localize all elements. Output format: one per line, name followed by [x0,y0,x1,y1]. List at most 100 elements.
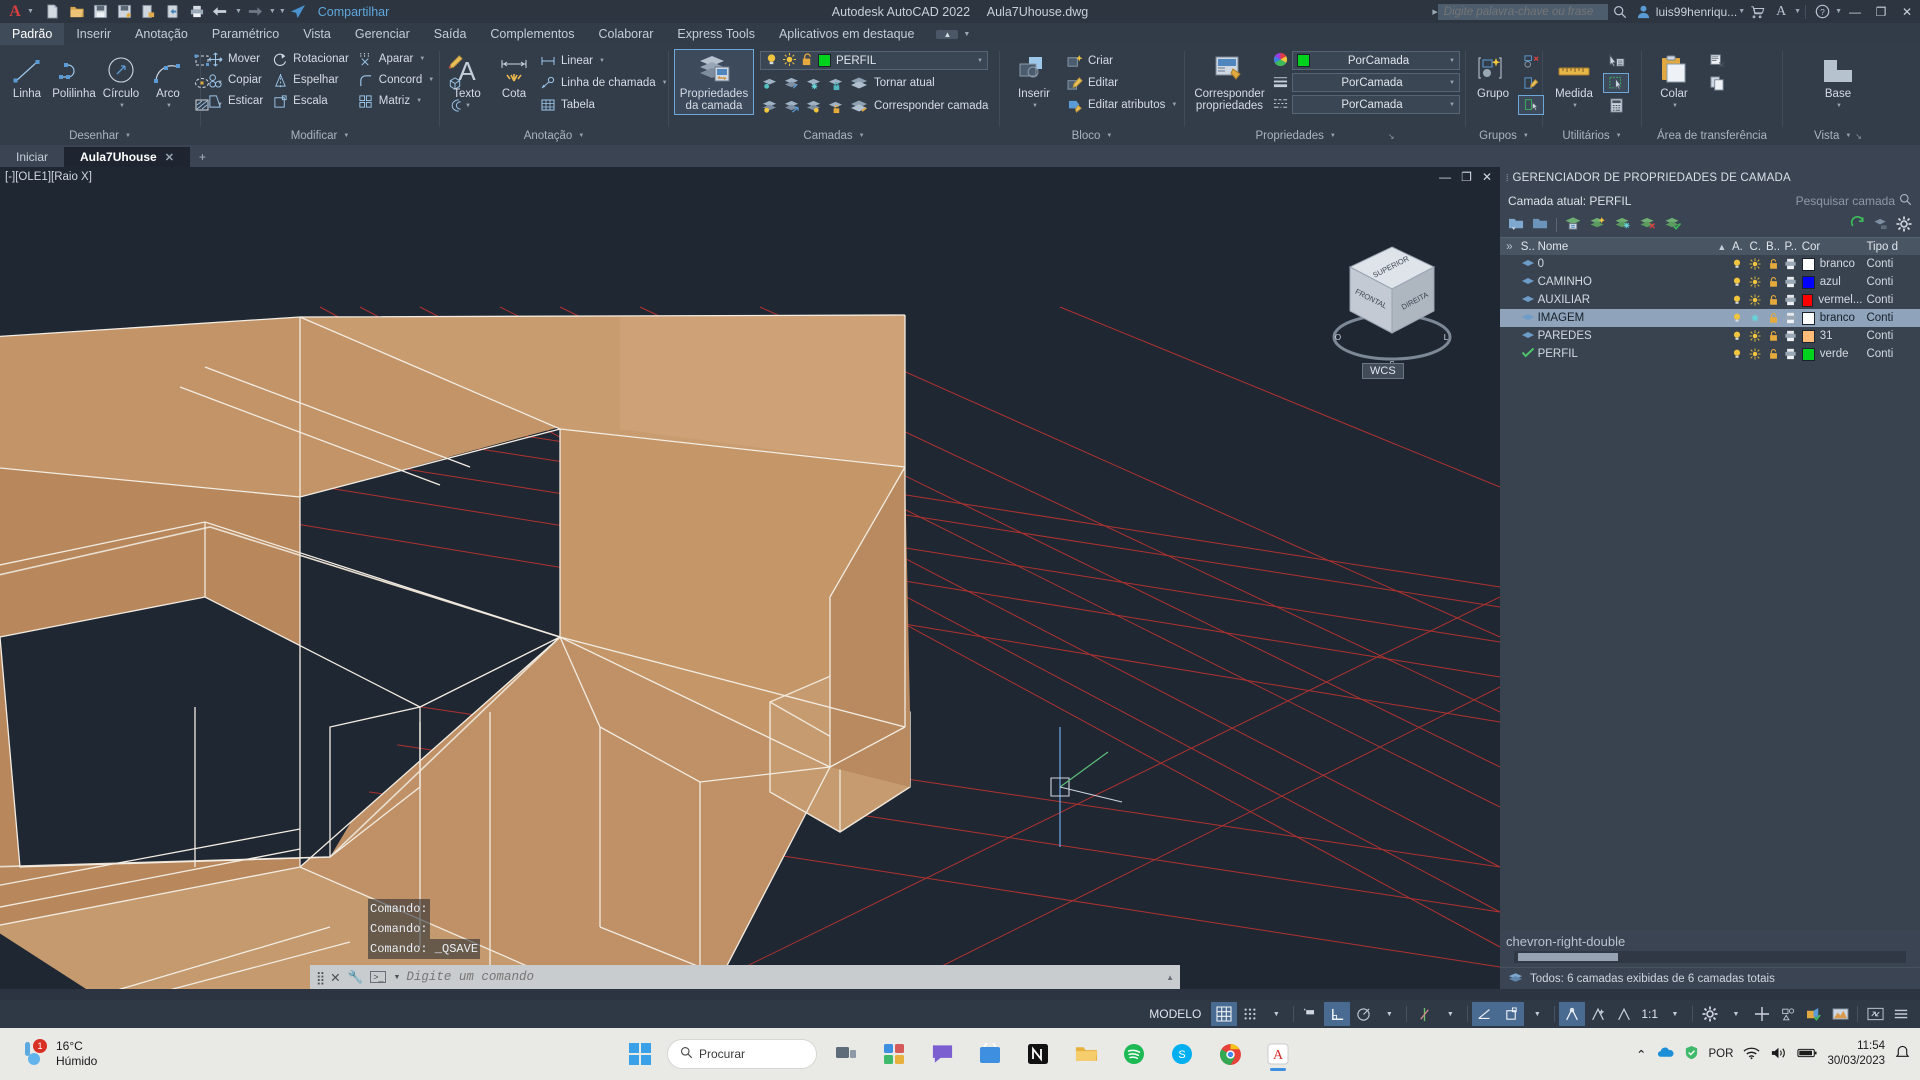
layer-freeze-toggle[interactable] [1746,276,1764,288]
tool-aparar[interactable]: Aparar ▼ [357,49,434,69]
command-grip-icon[interactable]: ⣿ [316,970,325,985]
scrollbar-thumb[interactable] [1518,953,1618,961]
graphics-performance-icon[interactable] [1827,1002,1853,1026]
plot-preview-icon[interactable] [138,2,160,22]
tool-inserir[interactable]: Inserir ▼ [1005,49,1063,114]
linetype-icon[interactable] [1273,96,1288,114]
linetype-combo[interactable]: PorCamada ▼ [1292,95,1460,114]
layer-settings-icon[interactable] [1873,216,1889,234]
chevron-down-icon[interactable]: ▼ [119,100,125,112]
color-combo[interactable]: PorCamada ▼ [1292,51,1460,70]
command-prompt-icon[interactable]: >_ [370,971,387,983]
set-current-icon[interactable] [1589,216,1607,234]
col-header-status[interactable]: S.. [1519,241,1536,253]
layer-off-icon[interactable] [760,74,778,92]
chevron-down-icon[interactable]: ▼ [1449,80,1455,86]
layer-freeze-toggle[interactable] [1746,312,1764,324]
ribbon-minimize-icon[interactable]: ▲ [936,29,959,39]
tool-tabela[interactable]: Tabela [539,95,668,115]
clean-screen-icon[interactable] [1862,1002,1888,1026]
tool-editar-bloco[interactable]: Editar [1066,73,1177,93]
notion-icon[interactable] [1019,1035,1057,1073]
open-icon[interactable] [66,2,88,22]
panel-title-utilitarios[interactable]: Utilitários ▼ [1543,127,1641,145]
tool-cota[interactable]: Cota [492,49,536,102]
layer-on-toggle[interactable] [1729,348,1747,360]
tool-concordancia[interactable]: Concord ▼ [357,70,434,90]
group-edit-icon[interactable] [1518,73,1544,93]
cut-icon[interactable] [1704,51,1730,71]
layer-freeze-toggle[interactable] [1746,294,1764,306]
lightbulb-icon[interactable] [765,53,778,69]
panel-title-desenhar[interactable]: Desenhar ▼ [0,127,200,145]
polar-chevron-down-icon[interactable]: ▼ [1376,1002,1402,1026]
help-icon[interactable]: ? [1810,0,1834,23]
autocad-a-logo[interactable]: A [4,1,26,23]
layer-lock-toggle[interactable] [1764,330,1782,342]
layer-linetype[interactable]: Conti [1864,294,1920,306]
copy-clip-icon[interactable] [1704,73,1730,93]
new-layer-icon[interactable] [1508,216,1525,234]
osnap-icon[interactable] [1411,1002,1437,1026]
layer-name[interactable]: AUXILIAR [1536,294,1716,306]
command-line[interactable]: ⣿ ✕ 🔧 >_ ▼ ▲ [310,965,1180,989]
color-wheel-icon[interactable] [1273,52,1288,70]
panel-dialog-launcher-icon[interactable]: ↘ [1388,132,1395,141]
window-close-button[interactable]: ✕ [1894,0,1920,23]
user-chevron-icon[interactable]: ▼ [1738,8,1745,15]
palette-horizontal-scrollbar[interactable] [1514,951,1906,963]
layer-linetype[interactable]: Conti [1864,276,1920,288]
layer-linetype[interactable]: Conti [1864,258,1920,270]
autodesk-apps-icon[interactable]: A [1769,0,1793,23]
command-expand-icon[interactable]: ▲ [1166,973,1174,982]
panel-title-bloco[interactable]: Bloco ▼ [1000,127,1184,145]
layer-search-input[interactable]: Pesquisar camada [1796,194,1895,208]
layer-name[interactable]: IMAGEM [1536,312,1716,324]
annotation-scale-label[interactable]: 1:1 [1637,1007,1662,1021]
new-icon[interactable] [42,2,64,22]
layer-on-toggle[interactable] [1729,312,1747,324]
col-header-tipo[interactable]: Tipo d [1864,241,1920,253]
cart-icon[interactable] [1745,0,1769,23]
gear-icon[interactable] [1697,1002,1723,1026]
share-plane-icon[interactable] [288,2,310,22]
drawing-canvas[interactable]: [-][OLE1][Raio X] — ❐ ✕ N L S O SUPERIOR… [0,167,1500,989]
layer-lock-icon[interactable] [826,74,844,92]
table-row[interactable]: IMAGEM branco Conti [1500,309,1920,327]
layer-plot-toggle[interactable] [1782,330,1800,342]
workspace-icon[interactable] [1559,1002,1586,1026]
layer-lock-toggle[interactable] [1764,348,1782,360]
chevron-down-icon[interactable]: ▼ [1171,102,1177,108]
help-search-input[interactable] [1437,3,1608,20]
viewport-label[interactable]: [-][OLE1][Raio X] [5,171,92,183]
status-model-label[interactable]: MODELO [1139,1007,1211,1021]
redo-chevron-icon[interactable]: ▼ [269,8,276,15]
layer-state-apply-icon[interactable] [1664,216,1682,234]
tool-base[interactable]: Base ▼ [1808,49,1868,114]
taskbar-clock[interactable]: 11:54 30/03/2023 [1827,1039,1885,1069]
layer-state-freeze-icon[interactable] [1614,216,1632,234]
chevron-down-icon[interactable]: ▼ [1836,100,1842,112]
col-header-c[interactable]: C. [1746,241,1764,253]
ribbon-tab-gerenciar[interactable]: Gerenciar [343,23,422,45]
weather-widget[interactable]: 1 16°C Húmido [0,1038,97,1070]
ribbon-tab-anotacao[interactable]: Anotação [123,23,200,45]
layer-isolate-icon[interactable] [782,74,800,92]
dynamic-ucs-chevron-down-icon[interactable]: ▼ [1524,1002,1550,1026]
tool-texto[interactable]: A Texto ▼ [445,49,489,114]
search-icon[interactable] [1899,193,1912,209]
col-header-p[interactable]: P.. [1782,241,1800,253]
save-as-icon[interactable] [114,2,136,22]
refresh-icon[interactable] [1850,216,1866,234]
chrome-icon[interactable] [1211,1035,1249,1073]
tool-propriedades-da-camada[interactable]: Propriedades da camada [674,49,754,115]
window-minimize-button[interactable]: — [1842,0,1868,23]
tool-circulo[interactable]: Círculo ▼ [99,49,143,114]
ribbon-minimize-chevron-icon[interactable]: ▼ [963,31,970,38]
osnap-chevron-down-icon[interactable]: ▼ [1437,1002,1463,1026]
gear-icon[interactable] [1896,216,1912,235]
dynamic-ucs-icon[interactable] [1498,1002,1525,1026]
table-row[interactable]: PAREDES 31 Conti [1500,327,1920,345]
new-layer-vp-icon[interactable] [1532,216,1549,234]
task-view-icon[interactable] [827,1035,865,1073]
